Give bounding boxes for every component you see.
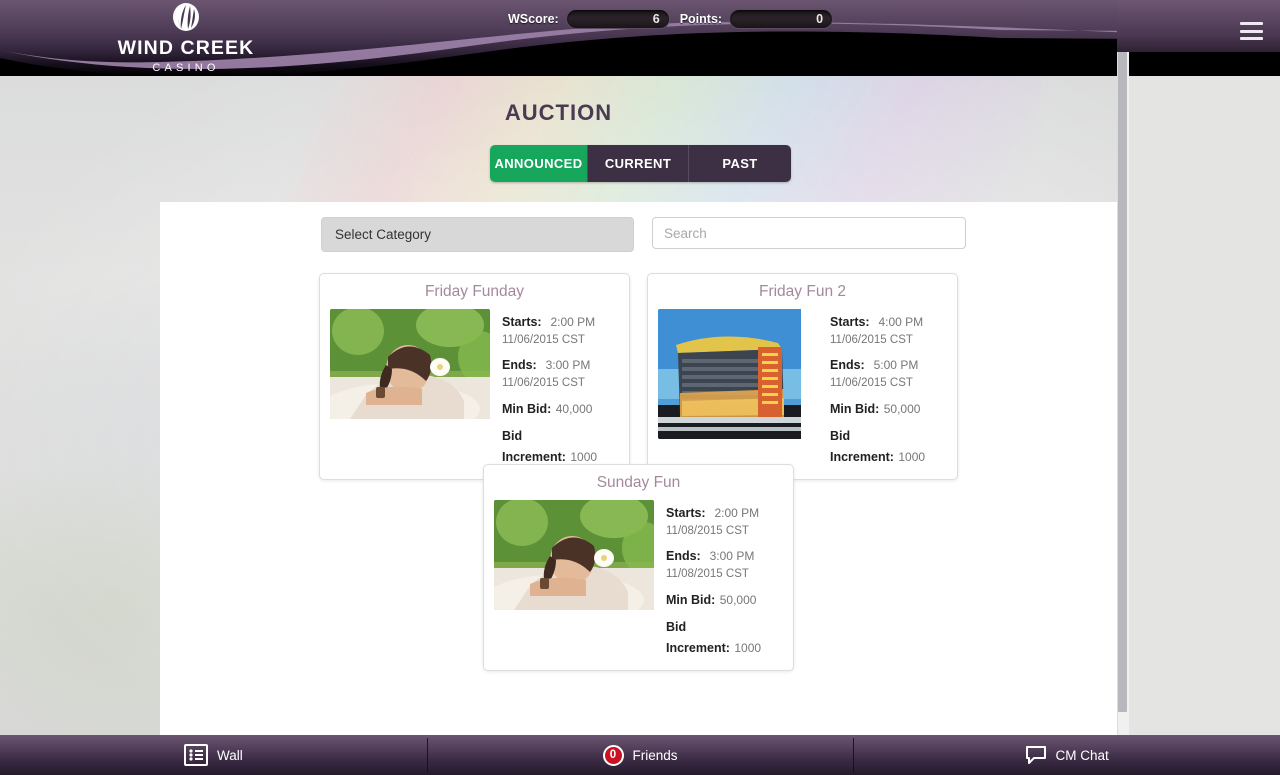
ends-time: 5:00 PM [873, 358, 919, 373]
auction-card-image [330, 308, 490, 419]
ends-date: 11/06/2015 CST [502, 377, 585, 390]
score-panel: WScore: 6 Points: 0 [508, 9, 834, 29]
auction-card-details: Starts: 2:00 PM 11/06/2015 CST Ends: 3:0… [502, 309, 619, 468]
starts-time: 2:00 PM [714, 505, 760, 520]
starts-label: Starts: [830, 314, 870, 329]
hamburger-menu-icon[interactable] [1240, 22, 1263, 40]
starts-date: 11/06/2015 CST [502, 333, 585, 346]
ends-label: Ends: [830, 358, 865, 373]
logo-secondary-text: CASINO [152, 61, 220, 74]
ends-time: 3:00 PM [545, 358, 591, 373]
bid-increment-value: 1000 [898, 450, 926, 465]
chat-bubble-icon [1025, 746, 1046, 764]
auction-card-title: Friday Funday [424, 283, 525, 300]
auction-card-title: Sunday Fun [596, 474, 681, 491]
top-bar: WIND CREEK CASINO WScore: 6 Points: 0 [0, 0, 1280, 76]
points-label: Points: [679, 12, 723, 26]
wscore-value: 6 [565, 9, 670, 29]
auction-tabs: ANNOUNCED CURRENT PAST [490, 145, 791, 182]
points-value: 0 [729, 9, 834, 29]
bid-increment-value: 1000 [570, 450, 598, 465]
auction-card-details: Starts: 2:00 PM 11/08/2015 CST Ends: 3:0… [666, 500, 783, 659]
page-title: AUCTION [504, 100, 613, 125]
bottom-item-friends[interactable]: 0 Friends [426, 735, 854, 775]
points-group: Points: 0 [679, 9, 834, 29]
hamburger-bar-1 [1240, 22, 1263, 25]
auction-card-image [494, 499, 654, 610]
category-select-label: Select Category [335, 227, 432, 242]
list-icon [183, 744, 208, 766]
category-select[interactable]: Select Category [321, 217, 634, 252]
tab-current[interactable]: CURRENT [588, 145, 689, 182]
hamburger-bar-3 [1240, 37, 1263, 40]
auction-card-title: Friday Fun 2 [758, 283, 846, 300]
starts-label: Starts: [666, 505, 706, 520]
page-scrollbar-thumb[interactable] [1118, 52, 1127, 712]
starts-date: 11/06/2015 CST [830, 333, 913, 346]
friends-count-badge: 0 [602, 744, 624, 766]
bid-increment-label: Bid Increment: [502, 429, 566, 465]
bottom-item-wall[interactable]: Wall [0, 735, 427, 775]
logo-primary-text: WIND CREEK [117, 37, 255, 59]
hamburger-bar-2 [1240, 29, 1263, 33]
tab-announced[interactable]: ANNOUNCED [490, 145, 588, 182]
ends-date: 11/08/2015 CST [666, 568, 749, 581]
auction-page: WIND CREEK CASINO WScore: 6 Points: 0 AU… [0, 0, 1280, 775]
auction-cards-row-1: Friday Funday Starts: 2:00 PM 11/06/2015… [160, 273, 1117, 481]
ends-label: Ends: [502, 358, 537, 373]
tab-past[interactable]: PAST [689, 145, 791, 182]
wscore-group: WScore: 6 [508, 9, 670, 29]
auction-card-image [658, 308, 818, 439]
bottom-item-cm-chat[interactable]: CM Chat [853, 735, 1280, 775]
ends-date: 11/06/2015 CST [830, 377, 913, 390]
auction-card[interactable]: Friday Funday Starts: 2:00 PM 11/06/2015… [319, 273, 630, 481]
min-bid-value: 50,000 [883, 402, 921, 417]
auction-cards-row-2: Sunday Fun Starts: 2:00 PM 11/08/2015 CS… [160, 464, 1117, 672]
wind-creek-feather-logo-icon [173, 3, 199, 31]
ends-time: 3:00 PM [709, 549, 755, 564]
auction-card-details: Starts: 4:00 PM 11/06/2015 CST Ends: 5:0… [830, 309, 947, 468]
min-bid-label: Min Bid: [502, 402, 552, 417]
auction-card[interactable]: Friday Fun 2 Starts: 4:00 PM 11/06/2015 … [647, 273, 958, 481]
bottom-item-wall-label: Wall [216, 747, 243, 763]
min-bid-value: 50,000 [719, 593, 757, 608]
bid-increment-label: Bid Increment: [830, 429, 894, 465]
search-input[interactable] [652, 217, 966, 249]
starts-date: 11/08/2015 CST [666, 524, 749, 537]
ends-label: Ends: [666, 549, 701, 564]
wscore-label: WScore: [508, 12, 559, 26]
content-panel: Select Category Friday Funday [160, 202, 1117, 735]
min-bid-label: Min Bid: [830, 402, 880, 417]
min-bid-value: 40,000 [555, 402, 593, 417]
bid-increment-label: Bid Increment: [666, 620, 730, 656]
bottom-item-cm-chat-label: CM Chat [1055, 747, 1109, 763]
starts-label: Starts: [502, 314, 542, 329]
right-gutter [1129, 52, 1280, 735]
brand-logo[interactable]: WIND CREEK CASINO [110, 2, 262, 74]
bottom-item-friends-label: Friends [632, 747, 678, 763]
bid-increment-value: 1000 [734, 641, 762, 656]
starts-time: 2:00 PM [550, 314, 596, 329]
min-bid-label: Min Bid: [666, 593, 716, 608]
auction-card[interactable]: Sunday Fun Starts: 2:00 PM 11/08/2015 CS… [483, 464, 794, 672]
bottom-navigation-bar: Wall 0 Friends CM Chat [0, 735, 1280, 775]
filter-controls: Select Category [321, 217, 966, 252]
starts-time: 4:00 PM [878, 314, 924, 329]
